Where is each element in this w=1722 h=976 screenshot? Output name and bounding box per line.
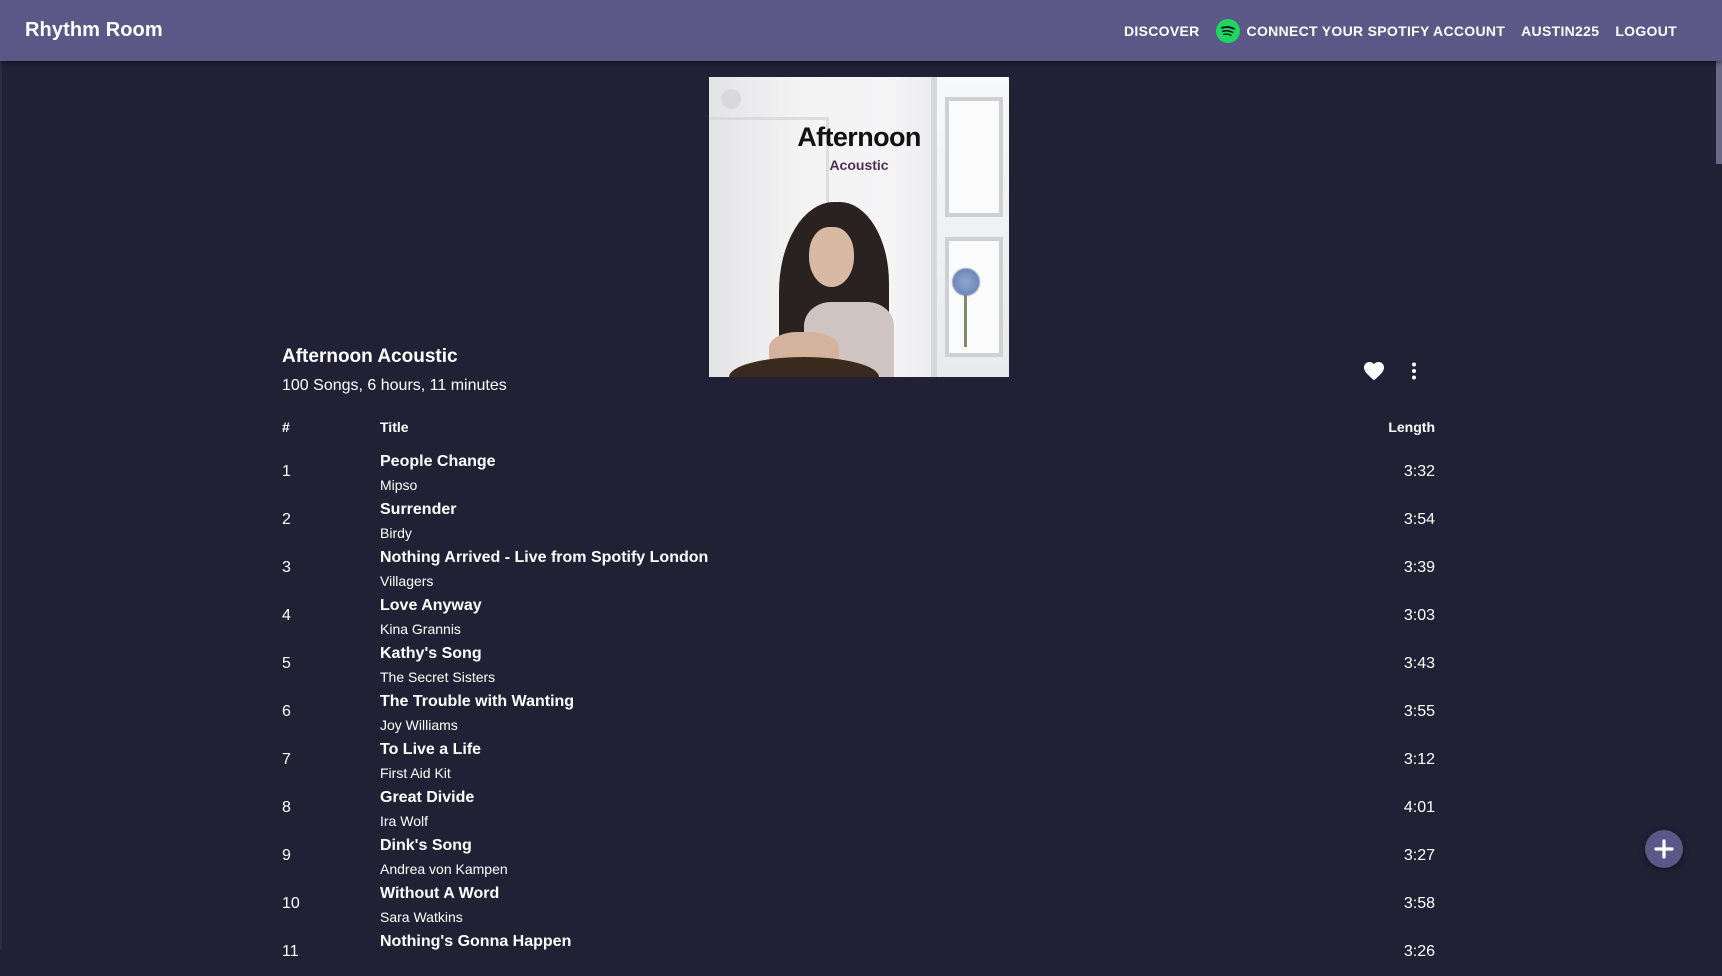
track-artist: Sara Watkins: [380, 909, 463, 925]
left-edge: [0, 61, 2, 950]
track-row[interactable]: 11 Nothing's Gonna Happen 3:26: [282, 928, 1435, 976]
track-number: 2: [282, 511, 291, 528]
cover-art-face: [809, 227, 854, 287]
scrollbar[interactable]: [1716, 61, 1722, 950]
track-artist: Mipso: [380, 477, 418, 493]
track-length: 3:32: [1403, 463, 1435, 480]
track-artist: Birdy: [380, 525, 412, 541]
like-button[interactable]: [1362, 359, 1386, 383]
track-title: Nothing's Gonna Happen: [380, 933, 572, 950]
track-artist: First Aid Kit: [380, 765, 451, 781]
track-title: Love Anyway: [380, 597, 482, 614]
track-title: Dink's Song: [380, 837, 472, 854]
track-artist: Ira Wolf: [380, 813, 428, 829]
track-table-header: # Title Length: [282, 419, 1435, 437]
track-row[interactable]: 8 Great Divide Ira Wolf 4:01: [282, 784, 1435, 832]
track-length: 3:58: [1403, 895, 1435, 912]
spotify-icon: [1215, 18, 1240, 43]
track-artist: Andrea von Kampen: [380, 861, 508, 877]
track-title: Great Divide: [380, 789, 475, 806]
track-length: 3:26: [1403, 943, 1435, 960]
track-list: 1 People Change Mipso 3:32 2 Surrender B…: [282, 448, 1435, 976]
playlist-meta: 100 Songs, 6 hours, 11 minutes: [282, 377, 507, 394]
playlist-cover-image: Afternoon Acoustic: [709, 77, 1009, 377]
add-button[interactable]: [1645, 830, 1683, 868]
track-number: 8: [282, 799, 291, 816]
playlist-title: Afternoon Acoustic: [282, 346, 458, 367]
track-row[interactable]: 5 Kathy's Song The Secret Sisters 3:43: [282, 640, 1435, 688]
track-length: 3:03: [1403, 607, 1435, 624]
track-title: People Change: [380, 453, 496, 470]
track-number: 9: [282, 847, 291, 864]
connect-spotify-label: CONNECT YOUR SPOTIFY ACCOUNT: [1246, 22, 1506, 39]
track-number: 1: [282, 463, 291, 480]
track-artist: The Secret Sisters: [380, 669, 496, 685]
spotify-badge-icon: [721, 89, 741, 109]
track-title: Without A Word: [380, 885, 500, 902]
track-title: To Live a Life: [380, 741, 482, 758]
user-account-button[interactable]: AUSTIN225: [1513, 15, 1607, 47]
track-length: 4:01: [1403, 799, 1435, 816]
track-row[interactable]: 6 The Trouble with Wanting Joy Williams …: [282, 688, 1435, 736]
track-title: Nothing Arrived - Live from Spotify Lond…: [380, 549, 709, 566]
track-number: 11: [282, 943, 299, 960]
cover-title: Afternoon: [797, 122, 921, 152]
more-vert-icon: [1412, 362, 1416, 380]
track-row[interactable]: 3 Nothing Arrived - Live from Spotify Lo…: [282, 544, 1435, 592]
heart-icon: [1364, 362, 1384, 381]
cover-art-flower: [951, 267, 981, 297]
track-row[interactable]: 1 People Change Mipso 3:32: [282, 448, 1435, 496]
track-artist: Joy Williams: [380, 717, 458, 733]
track-length: 3:43: [1403, 655, 1435, 672]
connect-spotify-button[interactable]: CONNECT YOUR SPOTIFY ACCOUNT: [1208, 11, 1514, 51]
top-nav: DISCOVER CONNECT YOUR SPOTIFY ACCOUNT AU…: [1116, 11, 1685, 51]
track-number: 10: [282, 895, 300, 912]
track-row[interactable]: 9 Dink's Song Andrea von Kampen 3:27: [282, 832, 1435, 880]
track-length: 3:55: [1403, 703, 1435, 720]
track-artist: Villagers: [380, 573, 434, 589]
track-title: Surrender: [380, 501, 457, 518]
track-artist: Kina Grannis: [380, 621, 461, 637]
track-number: 7: [282, 751, 291, 768]
column-header-title[interactable]: Title: [380, 419, 409, 435]
track-title: The Trouble with Wanting: [380, 693, 575, 710]
scrollbar-thumb[interactable]: [1716, 61, 1722, 164]
track-row[interactable]: 2 Surrender Birdy 3:54: [282, 496, 1435, 544]
logout-button[interactable]: LOGOUT: [1607, 15, 1685, 47]
track-number: 6: [282, 703, 291, 720]
cover-art-window-pane: [945, 237, 1003, 357]
column-header-number: #: [282, 419, 290, 435]
track-row[interactable]: 4 Love Anyway Kina Grannis 3:03: [282, 592, 1435, 640]
track-length: 3:54: [1403, 511, 1435, 528]
track-length: 3:39: [1403, 559, 1435, 576]
track-length: 3:27: [1403, 847, 1435, 864]
track-row[interactable]: 7 To Live a Life First Aid Kit 3:12: [282, 736, 1435, 784]
track-row[interactable]: 10 Without A Word Sara Watkins 3:58: [282, 880, 1435, 928]
track-length: 3:12: [1403, 751, 1435, 768]
track-number: 3: [282, 559, 291, 576]
track-number: 5: [282, 655, 291, 672]
cover-subtitle: Acoustic: [829, 157, 889, 173]
column-header-length[interactable]: Length: [1388, 419, 1435, 435]
track-title: Kathy's Song: [380, 645, 482, 662]
app-bar: Rhythm Room DISCOVER CONNECT YOUR SPOTIF…: [0, 0, 1722, 61]
plus-icon: [1654, 839, 1674, 859]
track-number: 4: [282, 607, 291, 624]
discover-button[interactable]: DISCOVER: [1116, 15, 1208, 47]
more-options-button[interactable]: [1402, 359, 1426, 383]
app-title[interactable]: Rhythm Room: [25, 19, 163, 42]
